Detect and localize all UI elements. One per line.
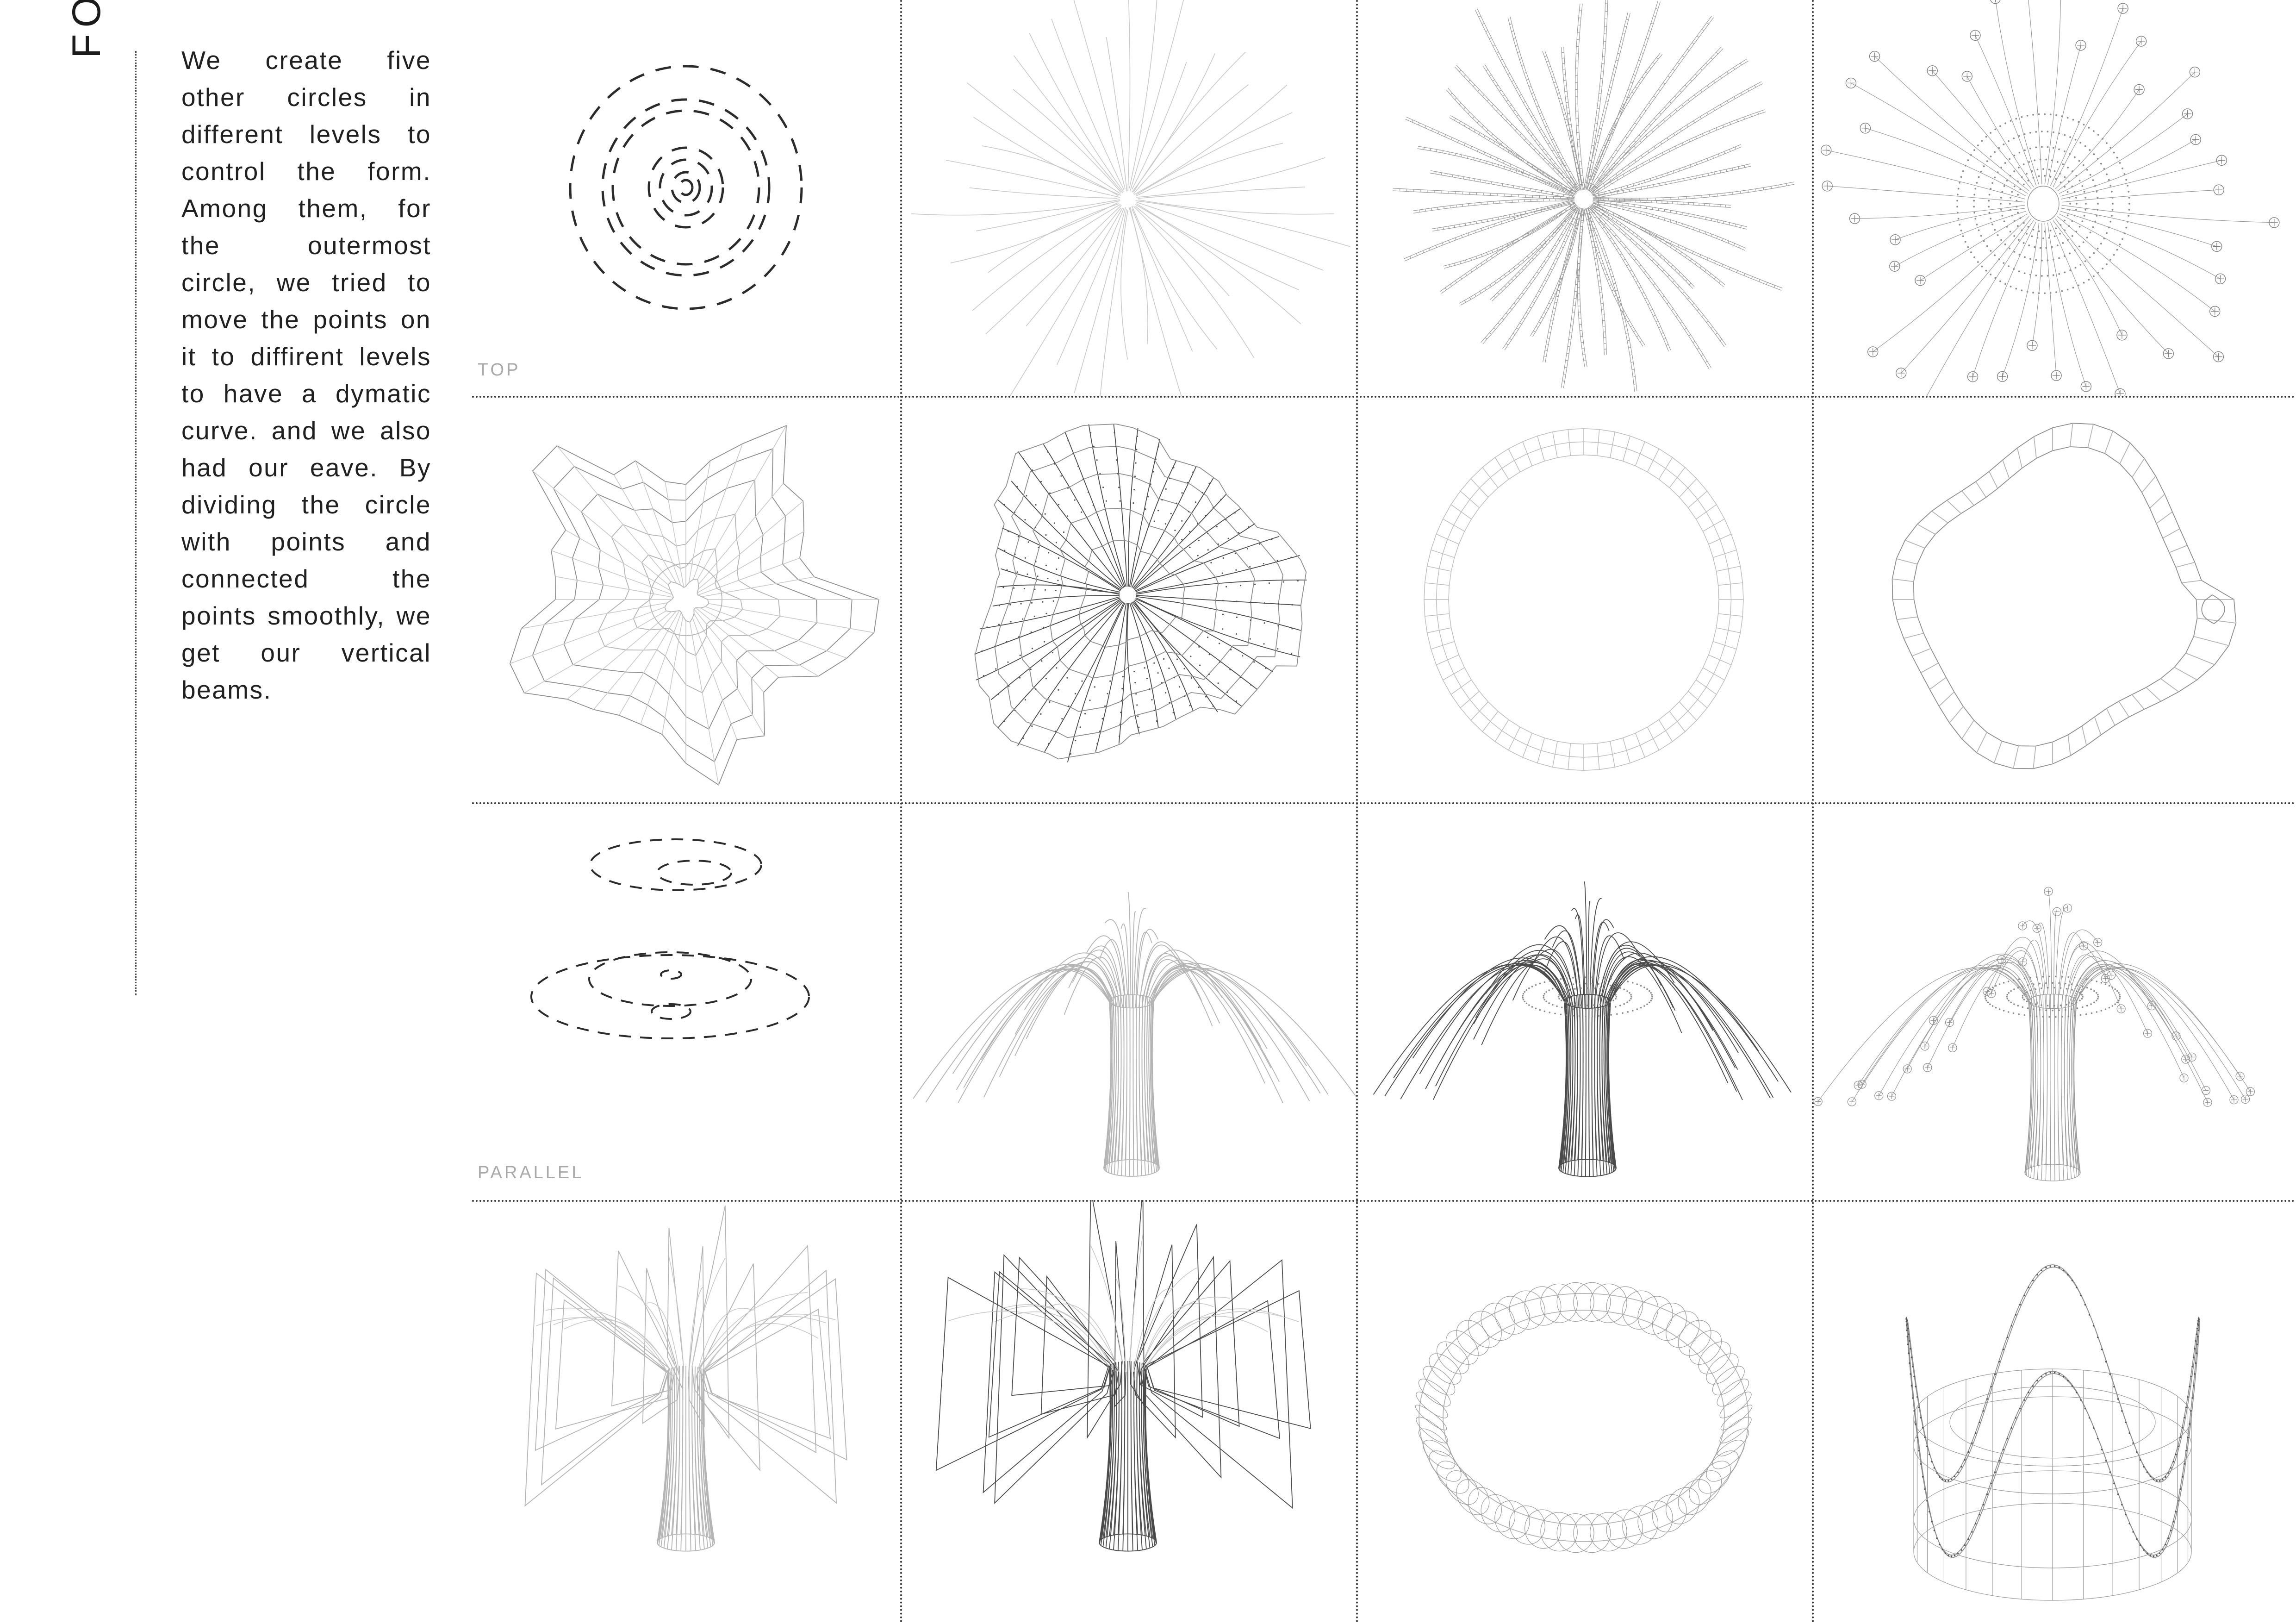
- drawing-concentric-dashed-circles: [472, 0, 900, 396]
- drawing-annular-grid-ring: [1356, 396, 1812, 802]
- drawing-coiled-torus-ring: [1356, 1200, 1812, 1624]
- drawing-segmented-radial-beams: [1356, 0, 1812, 396]
- drawing-organic-annular-ring: [1812, 396, 2296, 802]
- page-title: FORM GENERATION: [64, 0, 109, 58]
- drawing-radial-line-burst: [900, 0, 1356, 396]
- drawing-organic-contour-rings: [472, 396, 900, 802]
- text-panel: FORM GENERATION We create five other cir…: [0, 0, 463, 1624]
- drawing-wavy-crown-drum: [1812, 1200, 2296, 1624]
- drawing-grid: TOP PARALLEL: [472, 0, 2296, 1624]
- drawing-canopy-pavilion-light: [472, 1200, 900, 1624]
- drawing-column-with-marker-beams: [1812, 802, 2296, 1200]
- drawing-canopy-pavilion-dark: [900, 1200, 1356, 1624]
- drawing-column-with-splayed-beams: [900, 802, 1356, 1200]
- drawing-radial-beams-with-point-markers: [1812, 0, 2296, 396]
- vertical-divider-rule: [135, 51, 137, 995]
- drawing-stacked-dashed-ellipses: [472, 802, 900, 1200]
- drawing-radial-mesh-web: [900, 396, 1356, 802]
- presentation-board: FORM GENERATION We create five other cir…: [0, 0, 2296, 1624]
- body-paragraph: We create five other circles in differen…: [181, 46, 431, 704]
- title-container: FORM GENERATION: [42, 0, 125, 852]
- drawing-column-with-segmented-beams: [1356, 802, 1812, 1200]
